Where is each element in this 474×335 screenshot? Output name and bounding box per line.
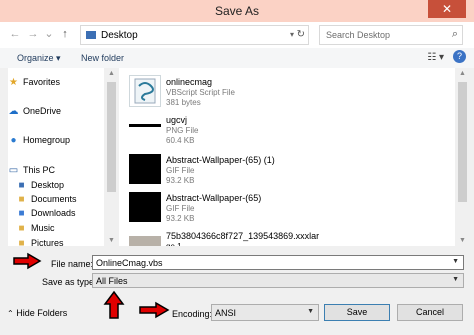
file-size: 381 bytes bbox=[166, 98, 201, 107]
file-name: 75b3804366c8f727_139543869.xxxlar bbox=[166, 231, 320, 241]
sidebar-item-label: This PC bbox=[23, 165, 56, 175]
navigation-scrollbar[interactable]: ▲ ▼ bbox=[104, 68, 119, 246]
sidebar-item-label: Music bbox=[31, 223, 55, 233]
chevron-down-icon[interactable]: ▼ bbox=[307, 308, 314, 315]
list-item[interactable]: Abstract-Wallpaper-(65) (1) GIF File 93.… bbox=[119, 150, 455, 188]
scroll-down-icon[interactable]: ▼ bbox=[459, 237, 466, 244]
refresh-icon[interactable]: ↻ bbox=[297, 29, 305, 40]
png-thumbnail bbox=[129, 124, 161, 136]
recent-dropdown-icon[interactable]: ⌄ bbox=[42, 27, 56, 41]
window-title: Save As bbox=[214, 4, 260, 18]
sidebar-item-label: Homegroup bbox=[23, 135, 71, 145]
savetype-select[interactable]: All Files ▼ bbox=[92, 273, 464, 288]
folder-icon: ■ bbox=[18, 194, 25, 205]
filename-value: OnlineCmag.vbs bbox=[96, 258, 163, 268]
cloud-icon: ☁ bbox=[8, 106, 19, 117]
gif-thumbnail bbox=[129, 154, 161, 184]
encoding-label: Encoding: bbox=[172, 309, 213, 319]
filename-label: File name: bbox=[51, 259, 94, 269]
view-options-icon[interactable]: ☷ ▾ bbox=[427, 52, 444, 63]
file-name: Abstract-Wallpaper-(65) bbox=[166, 193, 262, 203]
search-icon[interactable]: ⌕ bbox=[452, 28, 458, 41]
chevron-up-icon: ⌃ bbox=[7, 309, 14, 318]
file-name: ugcvj bbox=[166, 115, 188, 125]
script-file-icon bbox=[129, 75, 161, 107]
back-button[interactable]: ← bbox=[8, 27, 22, 41]
scroll-up-icon[interactable]: ▲ bbox=[108, 70, 115, 77]
file-type: GIF File bbox=[166, 204, 195, 213]
file-type: GIF File bbox=[166, 166, 195, 175]
image-thumbnail bbox=[129, 236, 161, 246]
sidebar-item-label: Favorites bbox=[23, 77, 61, 87]
scroll-thumb[interactable] bbox=[107, 82, 116, 192]
title-bar: Save As ✕ bbox=[0, 0, 474, 22]
save-button[interactable]: Save bbox=[324, 304, 390, 321]
gif-thumbnail bbox=[129, 192, 161, 222]
address-path: Desktop bbox=[101, 30, 138, 41]
folder-icon: ■ bbox=[18, 238, 25, 246]
list-item[interactable]: ugcvj PNG File 60.4 KB bbox=[119, 110, 455, 148]
file-name: Abstract-Wallpaper-(65) (1) bbox=[166, 155, 275, 165]
file-name: onlinecmag bbox=[166, 77, 213, 87]
hide-folders-label: Hide Folders bbox=[16, 308, 68, 318]
folder-icon bbox=[86, 31, 96, 39]
toolbar: Organize ▾ New folder ☷ ▾ ? bbox=[0, 48, 474, 68]
file-list: onlinecmag VBScript Script File 381 byte… bbox=[119, 68, 455, 246]
address-bar[interactable]: Desktop ▾ ↻ bbox=[80, 25, 309, 45]
computer-icon: ▭ bbox=[8, 165, 19, 176]
sidebar-item-label: Downloads bbox=[31, 208, 76, 218]
filename-input[interactable]: OnlineCmag.vbs ▼ bbox=[92, 255, 464, 270]
scroll-up-icon[interactable]: ▲ bbox=[459, 70, 466, 77]
cancel-button[interactable]: Cancel bbox=[397, 304, 463, 321]
sidebar-item-label: Documents bbox=[31, 194, 77, 204]
encoding-select[interactable]: ANSI ▼ bbox=[211, 304, 319, 321]
sidebar-item-label: Pictures bbox=[31, 238, 64, 246]
list-item[interactable]: 75b3804366c8f727_139543869.xxxlar ge.1 bbox=[119, 226, 455, 246]
annotation-arrow-right-icon bbox=[139, 301, 170, 319]
file-type: PNG File bbox=[166, 126, 199, 135]
file-size: 93.2 KB bbox=[166, 214, 195, 223]
file-type: VBScript Script File bbox=[166, 88, 235, 97]
annotation-arrow-right-icon bbox=[13, 252, 42, 270]
chevron-down-icon[interactable]: ▾ bbox=[290, 30, 294, 39]
scroll-down-icon[interactable]: ▼ bbox=[108, 237, 115, 244]
organize-button[interactable]: Organize ▾ bbox=[17, 53, 61, 64]
sidebar-item-label: Desktop bbox=[31, 180, 65, 190]
search-placeholder: Search Desktop bbox=[326, 30, 391, 40]
chevron-down-icon[interactable]: ▼ bbox=[452, 276, 459, 283]
help-icon[interactable]: ? bbox=[453, 50, 466, 63]
savetype-value: All Files bbox=[96, 276, 128, 286]
file-list-scrollbar[interactable]: ▲ ▼ bbox=[455, 68, 470, 246]
save-form: File name: OnlineCmag.vbs ▼ Save as type… bbox=[0, 246, 474, 335]
annotation-arrow-up-icon bbox=[103, 290, 125, 319]
forward-button[interactable]: → bbox=[26, 27, 40, 41]
navigation-pane: ★ Favorites ☁ OneDrive ● Homegroup ▭ Thi… bbox=[8, 68, 104, 246]
hide-folders-toggle[interactable]: ⌃ Hide Folders bbox=[7, 308, 67, 318]
encoding-value: ANSI bbox=[215, 308, 237, 318]
list-item[interactable]: onlinecmag VBScript Script File 381 byte… bbox=[119, 72, 455, 110]
search-box[interactable]: Search Desktop ⌕ bbox=[319, 25, 463, 45]
navigation-bar: ← → ⌄ ↑ Desktop ▾ ↻ Search Desktop ⌕ bbox=[0, 22, 474, 48]
savetype-label: Save as type: bbox=[42, 277, 97, 287]
new-folder-button[interactable]: New folder bbox=[81, 53, 124, 63]
homegroup-icon: ● bbox=[10, 135, 17, 146]
chevron-down-icon[interactable]: ▼ bbox=[452, 258, 459, 265]
close-button[interactable]: ✕ bbox=[428, 0, 466, 18]
up-button[interactable]: ↑ bbox=[58, 27, 72, 41]
file-size: 93.2 KB bbox=[166, 176, 195, 185]
scroll-thumb[interactable] bbox=[458, 82, 467, 202]
folder-icon: ■ bbox=[18, 208, 25, 219]
sidebar-item-label: OneDrive bbox=[23, 106, 62, 116]
list-item[interactable]: Abstract-Wallpaper-(65) GIF File 93.2 KB bbox=[119, 188, 455, 226]
star-icon: ★ bbox=[9, 77, 18, 88]
folder-icon: ■ bbox=[18, 180, 25, 191]
folder-icon: ■ bbox=[18, 223, 25, 234]
file-size: 60.4 KB bbox=[166, 136, 195, 145]
